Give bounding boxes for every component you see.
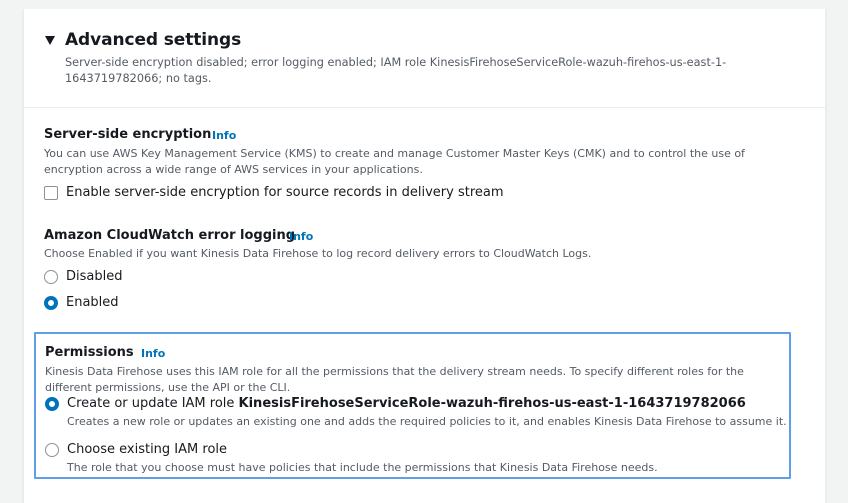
- advanced-settings-summary: Server-side encryption disabled; error l…: [65, 56, 727, 85]
- sse-checkbox-label[interactable]: Enable server-side encryption for source…: [66, 185, 504, 200]
- logging-radio-enabled[interactable]: [44, 296, 58, 310]
- logging-description: Choose Enabled if you want Kinesis Data …: [44, 247, 592, 260]
- permissions-radio-existing-role[interactable]: [45, 443, 59, 457]
- sse-info-link[interactable]: Info: [212, 129, 236, 142]
- permissions-description: Kinesis Data Firehose uses this IAM role…: [45, 365, 744, 394]
- permissions-radio-create-role[interactable]: [45, 397, 59, 411]
- permissions-label: Permissions: [45, 345, 134, 360]
- advanced-settings-title[interactable]: Advanced settings: [65, 30, 241, 50]
- permissions-option-create-role-description: Creates a new role or updates an existin…: [67, 415, 787, 428]
- logging-option-enabled-label[interactable]: Enabled: [66, 295, 119, 310]
- logging-info-link[interactable]: Info: [289, 230, 313, 243]
- logging-label: Amazon CloudWatch error logging: [44, 228, 296, 243]
- create-role-label-prefix: Create or update IAM role: [67, 396, 239, 411]
- permissions-info-link[interactable]: Info: [141, 347, 165, 360]
- sse-label: Server-side encryption: [44, 127, 212, 142]
- logging-radio-disabled[interactable]: [44, 270, 58, 284]
- sse-description: You can use AWS Key Management Service (…: [44, 147, 745, 176]
- advanced-settings-header[interactable]: Advanced settings Server-side encryption…: [24, 9, 825, 108]
- advanced-settings-panel: Advanced settings Server-side encryption…: [23, 9, 826, 503]
- create-role-name: KinesisFirehoseServiceRole-wazuh-firehos…: [238, 396, 746, 411]
- permissions-option-existing-role-label[interactable]: Choose existing IAM role: [67, 442, 227, 457]
- permissions-section: Permissions Info Kinesis Data Firehose u…: [34, 332, 791, 479]
- permissions-option-existing-role-description: The role that you choose must have polic…: [67, 461, 658, 474]
- sse-checkbox[interactable]: [44, 186, 58, 200]
- caret-down-icon[interactable]: [45, 36, 55, 45]
- permissions-option-create-role-label[interactable]: Create or update IAM role KinesisFirehos…: [67, 396, 746, 411]
- logging-option-disabled-label[interactable]: Disabled: [66, 269, 122, 284]
